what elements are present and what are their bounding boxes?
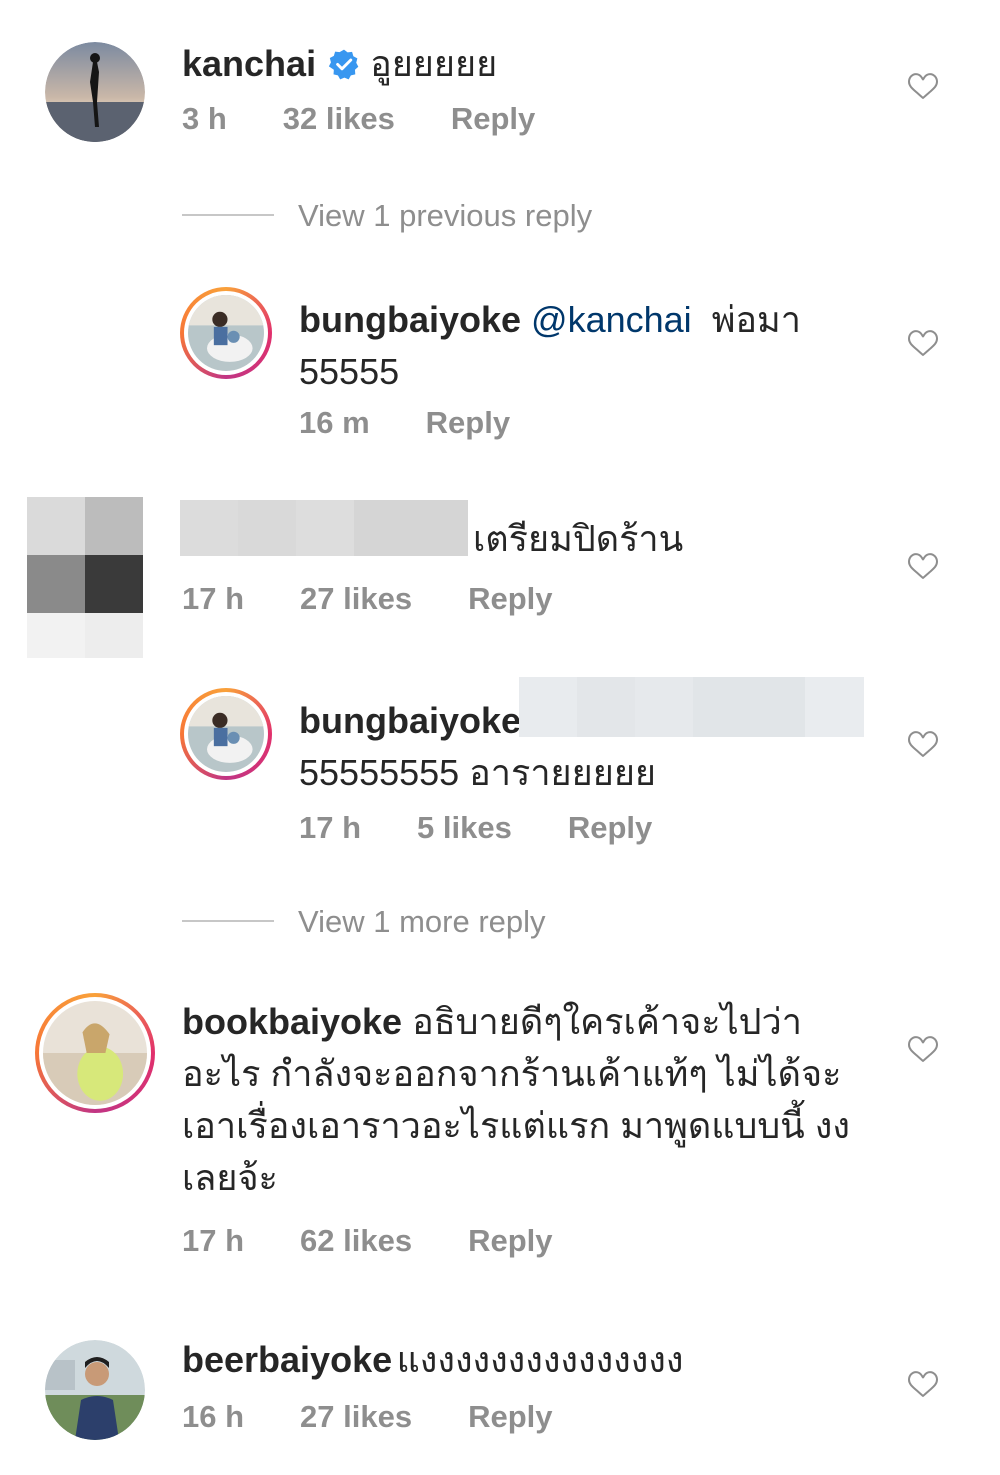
comment-text-line2: 55555 — [299, 351, 400, 392]
like-heart-icon[interactable] — [906, 728, 940, 760]
comment-header: kanchai อูยยยยย — [182, 38, 497, 90]
comment-text: พ่อมา — [711, 299, 801, 340]
like-heart-icon[interactable] — [906, 70, 940, 102]
timestamp: 17 h — [182, 1223, 245, 1258]
comment-text-line4: เลยจ้ะ — [182, 1157, 278, 1198]
reply-button[interactable]: Reply — [568, 810, 652, 845]
comment-text-line1: อธิบายดีๆใครเค้าจะไปว่า — [412, 1001, 802, 1042]
like-heart-icon[interactable] — [906, 550, 940, 582]
likes-count[interactable]: 27 likes — [300, 1399, 412, 1434]
username[interactable]: bookbaiyoke — [182, 1001, 402, 1042]
timestamp: 3 h — [182, 101, 227, 136]
reply-button[interactable]: Reply — [468, 1399, 552, 1434]
reply-button[interactable]: Reply — [468, 1223, 552, 1258]
mention-redacted — [519, 677, 864, 737]
mention-link[interactable]: @kanchai — [531, 299, 692, 340]
divider-line — [182, 920, 274, 922]
avatar-pixelated[interactable] — [27, 497, 143, 658]
avatar[interactable] — [180, 688, 272, 780]
likes-count[interactable]: 32 likes — [283, 101, 395, 136]
like-heart-icon[interactable] — [906, 1033, 940, 1065]
like-heart-icon[interactable] — [906, 327, 940, 359]
comment-text-line3: เอาเรื่องเอาราวอะไรแต่แรก มาพูดแบบนี้ งง — [182, 1105, 850, 1146]
comment-meta: 17 h 5 likes Reply — [299, 810, 708, 846]
reply-button[interactable]: Reply — [426, 405, 510, 440]
likes-count[interactable]: 62 likes — [300, 1223, 412, 1258]
timestamp: 16 h — [182, 1399, 245, 1434]
timestamp: 17 h — [299, 810, 362, 845]
timestamp: 16 m — [299, 405, 370, 440]
comment-body: bookbaiyoke อธิบายดีๆใครเค้าจะไปว่า อะไร… — [182, 996, 882, 1204]
divider-line — [182, 214, 274, 216]
comment-body: bungbaiyoke @kanchai พ่อมา 55555 — [299, 294, 859, 398]
likes-count[interactable]: 27 likes — [300, 581, 412, 616]
comment-text: อูยยยยย — [370, 43, 498, 84]
avatar[interactable] — [45, 42, 145, 142]
view-more-replies-button[interactable]: View 1 more reply — [298, 904, 546, 940]
username[interactable]: beerbaiyoke — [182, 1339, 392, 1380]
likes-count[interactable]: 5 likes — [417, 810, 512, 845]
comment-text-line2: อะไร กำลังจะออกจากร้านเค้าแท้ๆ ไม่ได้จะ — [182, 1053, 842, 1094]
avatar-image — [188, 295, 264, 371]
reply-button[interactable]: Reply — [468, 581, 552, 616]
avatar[interactable] — [180, 287, 272, 379]
avatar-image — [188, 696, 264, 772]
comment-meta: 17 h 62 likes Reply — [182, 1223, 609, 1259]
comment-meta: 17 h 27 likes Reply — [182, 581, 609, 617]
username[interactable]: kanchai — [182, 43, 316, 84]
avatar-image — [45, 1340, 145, 1440]
avatar-image — [45, 42, 145, 142]
comment-meta: 16 m Reply — [299, 405, 566, 441]
avatar[interactable] — [35, 993, 155, 1113]
view-previous-replies-button[interactable]: View 1 previous reply — [298, 198, 592, 234]
comment-meta: 3 h 32 likes Reply — [182, 101, 591, 137]
like-heart-icon[interactable] — [906, 1368, 940, 1400]
comment-text: 55555555 อารายยยยย — [299, 752, 657, 793]
comment-text: แงงงงงงงงงงงงงงง — [396, 1339, 684, 1380]
timestamp: 17 h — [182, 581, 245, 616]
comment-body: beerbaiyoke แงงงงงงงงงงงงงงง — [182, 1334, 683, 1386]
comment-meta: 16 h 27 likes Reply — [182, 1399, 609, 1435]
comment-text: เตรียมปิดร้าน — [473, 518, 684, 559]
username[interactable]: bungbaiyoke — [299, 299, 521, 340]
avatar-image — [43, 1001, 147, 1105]
username-redacted — [180, 500, 468, 556]
reply-button[interactable]: Reply — [451, 101, 535, 136]
verified-badge-icon — [328, 49, 359, 80]
username[interactable]: bungbaiyoke — [299, 700, 521, 741]
avatar[interactable] — [45, 1340, 145, 1440]
